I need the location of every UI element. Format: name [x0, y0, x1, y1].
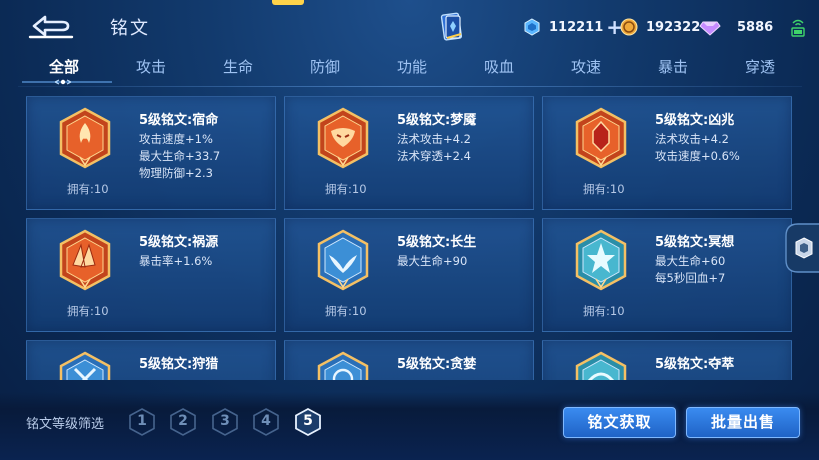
tab-critical[interactable]: 暴击: [643, 56, 703, 77]
back-icon[interactable]: [28, 12, 74, 40]
side-panel-handle-icon[interactable]: [782, 222, 819, 274]
owned-count: 拥有:10: [325, 304, 367, 318]
level-filter-1[interactable]: 1: [128, 413, 156, 429]
rune-emblem-flame-icon: [59, 107, 111, 169]
inscription-stat: 法术攻击+4.2: [397, 132, 471, 146]
owned-count: 拥有:10: [583, 182, 625, 196]
inscription-stat: 攻击速度+0.6%: [655, 149, 740, 163]
inscription-card-mengyan[interactable]: 5级铭文:梦魇 法术攻击+4.2 法术穿透+2.4 拥有:10: [284, 96, 534, 210]
inscription-stat: 最大生命+90: [397, 254, 468, 268]
inscription-name: 5级铭文:冥想: [655, 235, 735, 250]
rune-emblem-harvest-icon: [575, 351, 627, 380]
diamond-value: 112211: [549, 19, 604, 35]
inscription-name: 5级铭文:凶兆: [655, 113, 735, 128]
inscription-name: 5级铭文:夺萃: [655, 357, 735, 372]
inscription-stat: 法术攻击+4.2: [655, 132, 729, 146]
top-indicator: [272, 0, 304, 5]
inscription-stat: 最大生命+60: [655, 254, 726, 268]
owned-count: 拥有:10: [67, 304, 109, 318]
tab-defense[interactable]: 防御: [295, 56, 355, 77]
tab-all[interactable]: 全部: [34, 56, 94, 77]
rune-emblem-hunt-icon: [59, 351, 111, 380]
owned-count: 拥有:10: [67, 182, 109, 196]
rune-emblem-mask-icon: [317, 107, 369, 169]
category-tabs: 全部 攻击 生命 防御 功能 吸血 攻速 暴击 穿透: [18, 56, 808, 86]
inscription-name: 5级铭文:祸源: [139, 235, 219, 250]
top-bar: 铭文 112211 + 192322 5886: [0, 0, 819, 55]
bulk-sell-button[interactable]: 批量出售: [686, 407, 800, 438]
level-filter-2[interactable]: 2: [169, 413, 197, 429]
owned-count: 拥有:10: [325, 182, 367, 196]
inscription-card-xiongzhao[interactable]: 5级铭文:凶兆 法术攻击+4.2 攻击速度+0.6% 拥有:10: [542, 96, 792, 210]
purple-gem-icon: [699, 21, 721, 36]
inscription-name: 5级铭文:长生: [397, 235, 477, 250]
inscription-stat: 暴击率+1.6%: [139, 254, 213, 268]
inscription-card-mingxiang[interactable]: 5级铭文:冥想 最大生命+60 每5秒回血+7 拥有:10: [542, 218, 792, 332]
inscription-stat: 攻击速度+1%: [139, 132, 213, 146]
gold-coin-icon: [620, 18, 638, 36]
wifi-signal-icon: [791, 19, 805, 37]
owned-count: 拥有:10: [583, 304, 625, 318]
inscription-stat: 最大生命+33.7: [139, 149, 221, 163]
inscription-stat: 物理防御+2.3: [139, 166, 213, 180]
gold-value: 192322: [646, 19, 701, 35]
level-filter-label: 铭文等级筛选: [26, 417, 105, 432]
inscription-stat: 每5秒回血+7: [655, 271, 726, 285]
level-filter-3[interactable]: 3: [211, 413, 239, 429]
rune-emblem-cards-icon: [59, 229, 111, 291]
tab-attack-speed[interactable]: 攻速: [556, 56, 616, 77]
rune-emblem-tail-icon: [317, 229, 369, 291]
inscription-name: 5级铭文:宿命: [139, 113, 219, 128]
tab-utility[interactable]: 功能: [382, 56, 442, 77]
tab-attack[interactable]: 攻击: [121, 56, 181, 77]
inscription-card-duocui[interactable]: 5级铭文:夺萃: [542, 340, 792, 380]
level-filter-5[interactable]: 5: [294, 413, 322, 429]
diamond-coupon-icon: [524, 18, 540, 36]
inscription-name: 5级铭文:梦魇: [397, 113, 477, 128]
rune-emblem-greed-icon: [317, 351, 369, 380]
inscription-name: 5级铭文:狩猎: [139, 357, 219, 372]
diamond-resource: 112211 +: [523, 16, 623, 38]
inscription-card-changsheng[interactable]: 5级铭文:长生 最大生命+90 拥有:10: [284, 218, 534, 332]
inscription-card-shoulie[interactable]: 5级铭文:狩猎: [26, 340, 276, 380]
inscription-card-huoyuan[interactable]: 5级铭文:祸源 暴击率+1.6% 拥有:10: [26, 218, 276, 332]
get-inscription-button[interactable]: 铭文获取: [563, 407, 676, 438]
gem-value: 5886: [737, 19, 774, 35]
inscription-stat: 法术穿透+2.4: [397, 149, 471, 163]
inscription-grid: 5级铭文:宿命 攻击速度+1% 最大生命+33.7 物理防御+2.3 拥有:10…: [26, 96, 794, 380]
rune-emblem-meditation-icon: [575, 229, 627, 291]
rune-emblem-crystal-icon: [575, 107, 627, 169]
inscription-name: 5级铭文:贪婪: [397, 357, 477, 372]
bottom-bar: 铭文等级筛选 1 2 3 4 5 铭文获取 批量出售: [0, 392, 819, 460]
rune-deck-icon[interactable]: [440, 12, 464, 42]
tab-health[interactable]: 生命: [208, 56, 268, 77]
tab-lifesteal[interactable]: 吸血: [469, 56, 529, 77]
page-title: 铭文: [110, 18, 150, 39]
gold-resource: 192322: [620, 16, 700, 38]
tab-penetration[interactable]: 穿透: [730, 56, 790, 77]
inscription-card-suming[interactable]: 5级铭文:宿命 攻击速度+1% 最大生命+33.7 物理防御+2.3 拥有:10: [26, 96, 276, 210]
level-filter-4[interactable]: 4: [252, 413, 280, 429]
tab-divider: [18, 86, 802, 87]
active-tab-indicator: [22, 79, 112, 85]
gem-resource: 5886: [699, 16, 773, 38]
inscription-card-tanlan[interactable]: 5级铭文:贪婪: [284, 340, 534, 380]
